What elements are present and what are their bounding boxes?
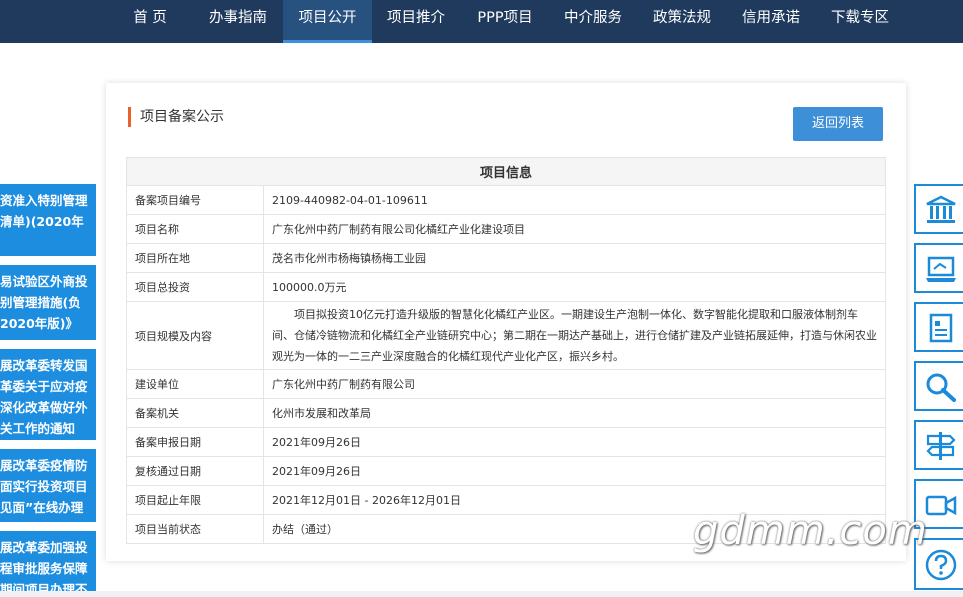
guide-tool-button[interactable] <box>914 420 963 470</box>
row-label: 建设单位 <box>126 369 264 399</box>
table-row: 备案申报日期 2021年09月26日 <box>126 427 886 457</box>
row-label: 复核通过日期 <box>126 456 264 486</box>
news-card[interactable]: 展改革委加强投程审批服务保障期间项目办理不 <box>0 531 96 597</box>
nav-item-guide[interactable]: 办事指南 <box>196 0 280 43</box>
help-icon <box>925 549 957 581</box>
row-value: 2021年09月26日 <box>263 427 886 457</box>
row-value: 100000.0万元 <box>263 272 886 302</box>
row-label: 项目总投资 <box>126 272 264 302</box>
row-label: 备案申报日期 <box>126 427 264 457</box>
project-info-table: 项目信息 备案项目编号 2109-440982-04-01-109611 项目名称… <box>126 157 886 544</box>
watermark: gdmm.com <box>693 508 928 554</box>
news-card[interactable]: 易试验区外商投别管理措施(负2020年版)》 <box>0 265 96 340</box>
computer-tool-button[interactable] <box>914 243 963 293</box>
nav-item-agency-service[interactable]: 中介服务 <box>551 0 635 43</box>
row-label: 项目名称 <box>126 214 264 244</box>
row-value: 化州市发展和改革局 <box>263 398 886 428</box>
news-title: 易试验区外商投别管理措施(负2020年版)》 <box>0 274 88 331</box>
computer-icon <box>926 256 956 282</box>
table-row: 项目所在地 茂名市化州市杨梅镇杨梅工业园 <box>126 243 886 273</box>
nav-item-policy[interactable]: 政策法规 <box>640 0 724 43</box>
table-row: 复核通过日期 2021年09月26日 <box>126 456 886 486</box>
row-label: 项目当前状态 <box>126 514 264 544</box>
table-row: 建设单位 广东化州中药厂制药有限公司 <box>126 369 886 399</box>
nav-item-download[interactable]: 下载专区 <box>818 0 902 43</box>
table-row: 项目名称 广东化州中药厂制药有限公司化橘红产业化建设项目 <box>126 214 886 244</box>
nav-item-project-public[interactable]: 项目公开 <box>283 0 372 43</box>
table-row: 备案机关 化州市发展和改革局 <box>126 398 886 428</box>
row-label: 项目所在地 <box>126 243 264 273</box>
search-tool-button[interactable] <box>914 361 963 411</box>
row-value: 2021年09月26日 <box>263 456 886 486</box>
news-title: 展改革委加强投程审批服务保障期间项目办理不 <box>0 540 88 597</box>
page-title: 项目备案公示 <box>128 107 224 127</box>
news-card[interactable]: 展改革委转发国革委关于应对疫深化改革做好外关工作的通知 <box>0 349 96 440</box>
row-value: 茂名市化州市杨梅镇杨梅工业园 <box>263 243 886 273</box>
row-value: 项目拟投资10亿元打造升级版的智慧化化橘红产业区。一期建设生产泡制一体化、数字智… <box>263 301 886 370</box>
row-value: 2109-440982-04-01-109611 <box>263 185 886 215</box>
news-title: 展改革委疫情防面实行投资项目见面”在线办理 <box>0 458 88 515</box>
table-row: 项目规模及内容 项目拟投资10亿元打造升级版的智慧化化橘红产业区。一期建设生产泡制… <box>126 301 886 370</box>
table-row: 备案项目编号 2109-440982-04-01-109611 <box>126 185 886 215</box>
bank-icon <box>926 195 956 223</box>
row-label: 备案机关 <box>126 398 264 428</box>
search-icon <box>926 373 956 402</box>
footer-divider <box>0 591 963 597</box>
bank-tool-button[interactable] <box>914 184 963 234</box>
table-row: 项目总投资 100000.0万元 <box>126 272 886 302</box>
nav-item-ppp[interactable]: PPP项目 <box>463 0 547 43</box>
row-value: 广东化州中药厂制药有限公司 <box>263 369 886 399</box>
news-title: 展改革委转发国革委关于应对疫深化改革做好外关工作的通知 <box>0 358 88 436</box>
news-card[interactable]: 展改革委疫情防面实行投资项目见面”在线办理 <box>0 449 96 522</box>
news-card[interactable]: 资准入特别管理清单)(2020年 <box>0 184 96 256</box>
back-to-list-button[interactable]: 返回列表 <box>793 107 883 141</box>
nav-item-project-promotion[interactable]: 项目推介 <box>374 0 458 43</box>
document-tool-button[interactable] <box>914 302 963 352</box>
top-navigation: 首 页 办事指南 项目公开 项目推介 PPP项目 中介服务 政策法规 信用承诺 … <box>0 0 963 43</box>
nav-item-home[interactable]: 首 页 <box>115 0 185 43</box>
document-icon <box>929 313 953 343</box>
row-label: 项目规模及内容 <box>126 301 264 370</box>
row-label: 备案项目编号 <box>126 185 264 215</box>
signpost-icon <box>926 432 956 460</box>
video-icon <box>925 495 957 516</box>
nav-item-credit[interactable]: 信用承诺 <box>729 0 813 43</box>
table-header: 项目信息 <box>126 157 886 186</box>
news-title: 资准入特别管理清单)(2020年 <box>0 193 88 229</box>
row-label: 项目起止年限 <box>126 485 264 515</box>
row-value: 广东化州中药厂制药有限公司化橘红产业化建设项目 <box>263 214 886 244</box>
project-detail-panel: 项目备案公示 返回列表 项目信息 备案项目编号 2109-440982-04-01… <box>106 83 906 561</box>
